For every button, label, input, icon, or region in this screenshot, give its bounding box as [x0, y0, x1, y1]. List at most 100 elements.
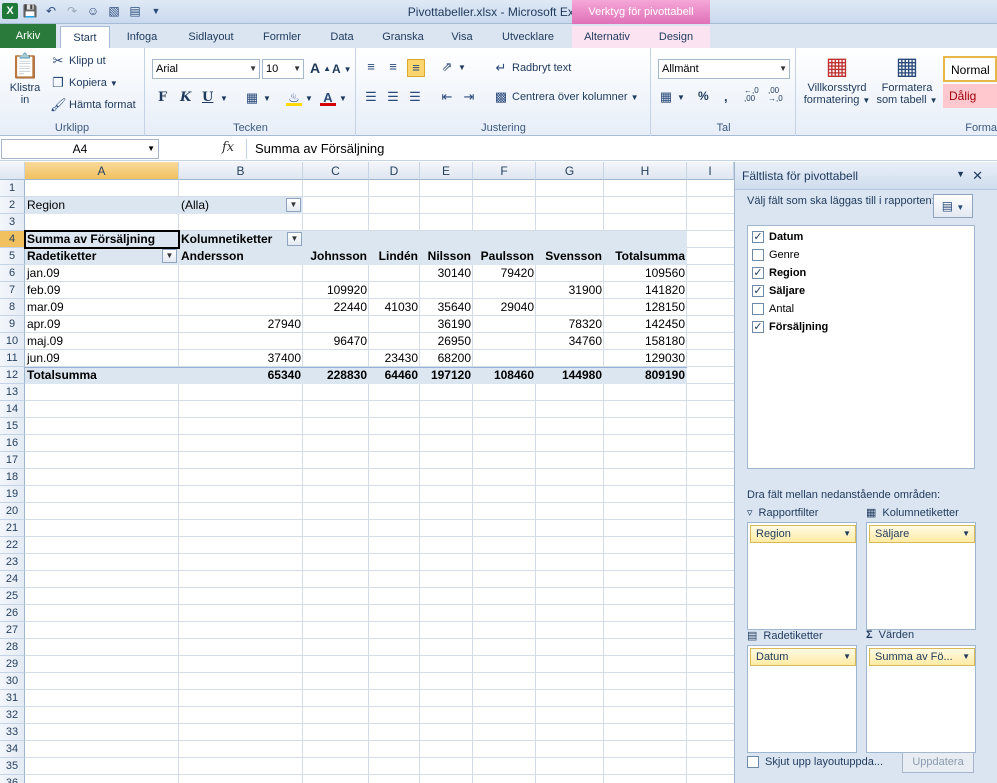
pivot-value-cell[interactable]: 23430 — [369, 350, 420, 367]
pane-menu-icon[interactable]: ▼ — [956, 169, 965, 179]
format-painter-button[interactable]: 🖌 Hämta format — [50, 97, 136, 113]
pivot-row-label[interactable]: mar.09 — [25, 299, 179, 316]
row-header-6[interactable]: 6 — [0, 265, 25, 282]
pivot-value-cell[interactable]: 31900 — [536, 282, 604, 299]
pivot-total-cell[interactable]: 144980 — [536, 367, 604, 384]
underline-dropdown[interactable]: ▼ — [220, 94, 228, 103]
pivot-value-cell[interactable] — [369, 265, 420, 282]
row-header-23[interactable]: 23 — [0, 554, 25, 571]
formula-input[interactable]: Summa av Försäljning — [246, 139, 996, 159]
close-icon[interactable]: ✕ — [972, 168, 983, 184]
row-header-31[interactable]: 31 — [0, 690, 25, 707]
align-right-button[interactable]: ☰ — [407, 89, 423, 105]
cut-button[interactable]: ✂ Klipp ut — [50, 53, 106, 69]
pivot-value-cell[interactable]: 78320 — [536, 316, 604, 333]
row-header-1[interactable]: 1 — [0, 180, 25, 197]
pivot-filter-value[interactable]: (Alla) — [179, 197, 303, 214]
increase-decimal-button[interactable]: ←,0 ,00 — [744, 87, 766, 103]
pivot-value-cell[interactable] — [473, 350, 536, 367]
pivot-value-cell[interactable] — [473, 282, 536, 299]
pivot-value-cell[interactable]: 129030 — [604, 350, 687, 367]
pivot-seller-header[interactable]: Totalsumma — [604, 248, 687, 265]
row-header-16[interactable]: 16 — [0, 435, 25, 452]
insert-function-icon[interactable]: fx — [222, 140, 234, 155]
pivot-value-cell[interactable]: 141820 — [604, 282, 687, 299]
pivot-total-cell[interactable]: 228830 — [303, 367, 369, 384]
row-header-20[interactable]: 20 — [0, 503, 25, 520]
pivot-value-cell[interactable]: 142450 — [604, 316, 687, 333]
pivot-total-label[interactable]: Totalsumma — [25, 367, 179, 384]
row-header-9[interactable]: 9 — [0, 316, 25, 333]
pivot-row-label[interactable]: apr.09 — [25, 316, 179, 333]
pivot-value-cell[interactable]: 109560 — [604, 265, 687, 282]
filter-dropdown-button[interactable]: ▼ — [286, 198, 301, 212]
row-header-27[interactable]: 27 — [0, 622, 25, 639]
pivot-column-labels[interactable]: Kolumnetiketter — [179, 231, 303, 248]
field-checkbox[interactable] — [752, 249, 764, 261]
row-header-11[interactable]: 11 — [0, 350, 25, 367]
field-region[interactable]: ✓ Region — [752, 264, 806, 282]
pivot-value-cell[interactable]: 29040 — [473, 299, 536, 316]
tab-data[interactable]: Data — [320, 26, 364, 48]
column-header-b[interactable]: B — [179, 162, 303, 180]
pivot-row-label[interactable]: jan.09 — [25, 265, 179, 282]
area-report-filter[interactable]: Region ▼ — [747, 522, 857, 630]
field-checkbox[interactable] — [752, 303, 764, 315]
area-column-labels[interactable]: Säljare ▼ — [866, 522, 976, 630]
row-header-21[interactable]: 21 — [0, 520, 25, 537]
row-header-33[interactable]: 33 — [0, 724, 25, 741]
row-header-4[interactable]: 4 — [0, 231, 25, 248]
font-family-select[interactable]: Arial ▼ — [152, 59, 260, 79]
pivot-value-cell[interactable]: 79420 — [473, 265, 536, 282]
pivot-value-cell[interactable]: 109920 — [303, 282, 369, 299]
pivot-value-cell[interactable] — [179, 299, 303, 316]
row-header-18[interactable]: 18 — [0, 469, 25, 486]
pivot-total-cell[interactable]: 64460 — [369, 367, 420, 384]
align-top-button[interactable]: ≡ — [363, 59, 379, 75]
pivot-value-cell[interactable]: 22440 — [303, 299, 369, 316]
field-antal[interactable]: Antal — [752, 300, 794, 318]
tab-start[interactable]: Start — [60, 26, 110, 48]
tab-file[interactable]: Arkiv — [0, 24, 56, 48]
chip-summa-forsaljning[interactable]: Summa av Fö... ▼ — [869, 648, 975, 666]
tab-page-layout[interactable]: Sidlayout — [178, 26, 244, 48]
row-header-30[interactable]: 30 — [0, 673, 25, 690]
row-header-32[interactable]: 32 — [0, 707, 25, 724]
field-checkbox[interactable]: ✓ — [752, 321, 764, 333]
field-checkbox[interactable]: ✓ — [752, 285, 764, 297]
column-header-a[interactable]: A — [25, 162, 179, 180]
pivot-value-cell[interactable]: 128150 — [604, 299, 687, 316]
pivot-value-cell[interactable] — [179, 333, 303, 350]
percent-button[interactable]: % — [698, 89, 709, 103]
row-header-5[interactable]: 5 — [0, 248, 25, 265]
copy-button[interactable]: ❐ Kopiera ▼ — [50, 75, 118, 91]
number-format-select[interactable]: Allmänt ▼ — [658, 59, 790, 79]
wrap-text-button[interactable]: ↵ Radbryt text — [493, 60, 572, 76]
pivot-seller-header[interactable]: Nilsson — [420, 248, 473, 265]
tab-view[interactable]: Visa — [442, 26, 482, 48]
align-bottom-button[interactable]: ≡ — [407, 59, 425, 77]
shrink-font-button[interactable]: A ▼ — [332, 62, 352, 76]
bold-button[interactable]: F — [158, 90, 167, 105]
chip-region[interactable]: Region ▼ — [750, 525, 856, 543]
pivot-value-cell[interactable] — [179, 282, 303, 299]
pivot-total-cell[interactable]: 809190 — [604, 367, 687, 384]
pivot-filter-label[interactable]: Region — [25, 197, 179, 214]
align-middle-button[interactable]: ≡ — [385, 59, 401, 75]
pivot-seller-header[interactable]: Svensson — [536, 248, 604, 265]
field-försäljning[interactable]: ✓ Försäljning — [752, 318, 828, 336]
font-size-select[interactable]: 10 ▼ — [262, 59, 304, 79]
pivot-value-cell[interactable]: 96470 — [303, 333, 369, 350]
fill-color-button[interactable]: ♨ ▼ — [286, 90, 313, 106]
column-header-h[interactable]: H — [604, 162, 687, 180]
merge-center-button[interactable]: ▩ Centrera över kolumner ▼ — [493, 89, 639, 105]
field-säljare[interactable]: ✓ Säljare — [752, 282, 805, 300]
align-center-button[interactable]: ☰ — [385, 89, 401, 105]
row-labels-dropdown-button[interactable]: ▼ — [162, 249, 177, 263]
defer-update-checkbox[interactable]: Skjut upp layoutuppda... — [747, 756, 883, 768]
column-header-g[interactable]: G — [536, 162, 604, 180]
grow-font-button[interactable]: A ▲ — [310, 60, 331, 76]
style-bad[interactable]: Dålig — [943, 84, 997, 108]
column-labels-dropdown-button[interactable]: ▼ — [287, 232, 302, 246]
column-header-e[interactable]: E — [420, 162, 473, 180]
